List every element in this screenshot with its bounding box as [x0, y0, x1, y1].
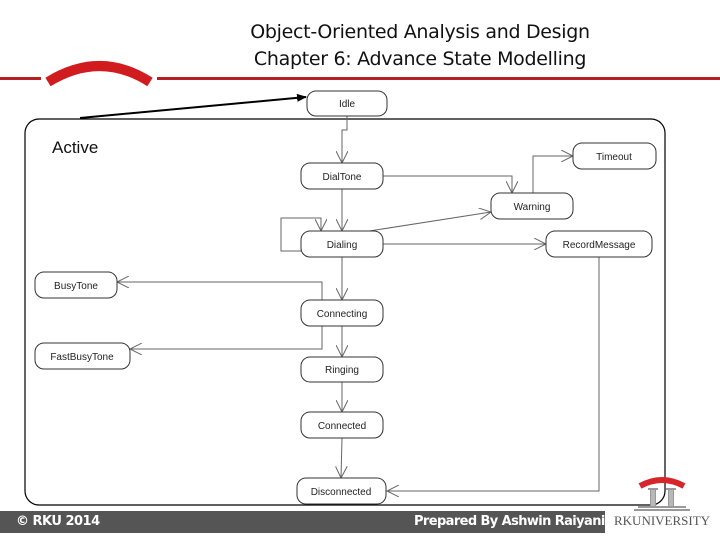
university-pillars-logo-icon: [634, 477, 690, 511]
transition-connected-to-disconnected: [341, 437, 342, 478]
state-label: Warning: [514, 202, 551, 213]
transition-recordmessage-to-disconnected: [387, 257, 600, 491]
transition-connecting-to-fastbusytone: [130, 326, 323, 349]
footer-prepared-by: Prepared By Ashwin Raiyani: [414, 514, 605, 529]
state-connecting[interactable]: Connecting: [300, 299, 384, 327]
state-label: Dialing: [327, 240, 358, 251]
footer-copyright: © RKU 2014: [16, 514, 100, 529]
state-label: Connected: [318, 421, 366, 432]
state-label: DialTone: [323, 172, 362, 183]
state-idle[interactable]: Idle: [306, 90, 388, 117]
university-name: RKUNIVERSITY: [614, 513, 711, 528]
state-warning[interactable]: Warning: [490, 192, 574, 220]
state-label: RecordMessage: [563, 240, 636, 251]
state-busytone[interactable]: BusyTone: [34, 271, 118, 299]
composite-state-label: Active: [52, 138, 99, 157]
transition-dialtone-to-warning: [383, 175, 512, 193]
state-label: Connecting: [317, 309, 368, 320]
transition-active-to-idle: [79, 93, 307, 119]
state-recordmessage[interactable]: RecordMessage: [545, 230, 653, 258]
state-diagram: Idle DialTone Timeout Warning Dialing Re…: [24, 90, 666, 506]
state-label: Disconnected: [311, 487, 372, 498]
state-ringing[interactable]: Ringing: [300, 356, 384, 383]
state-timeout[interactable]: Timeout: [572, 142, 657, 170]
state-label: Idle: [339, 99, 356, 110]
state-disconnected[interactable]: Disconnected: [296, 477, 387, 505]
transition-dialing-to-warning: [362, 212, 491, 233]
state-label: FastBusyTone: [50, 352, 114, 363]
transition-connecting-to-busytone: [117, 282, 323, 300]
state-dialtone[interactable]: DialTone: [300, 162, 384, 190]
state-fastbusytone[interactable]: FastBusyTone: [34, 342, 131, 370]
state-label: Timeout: [596, 152, 632, 163]
transition-warning-to-timeout: [532, 156, 573, 193]
transition-idle-to-dialtone: [342, 116, 347, 163]
state-dialing[interactable]: Dialing: [300, 230, 384, 258]
state-label: BusyTone: [54, 281, 98, 292]
state-connected[interactable]: Connected: [300, 411, 384, 439]
state-label: Ringing: [325, 365, 359, 376]
